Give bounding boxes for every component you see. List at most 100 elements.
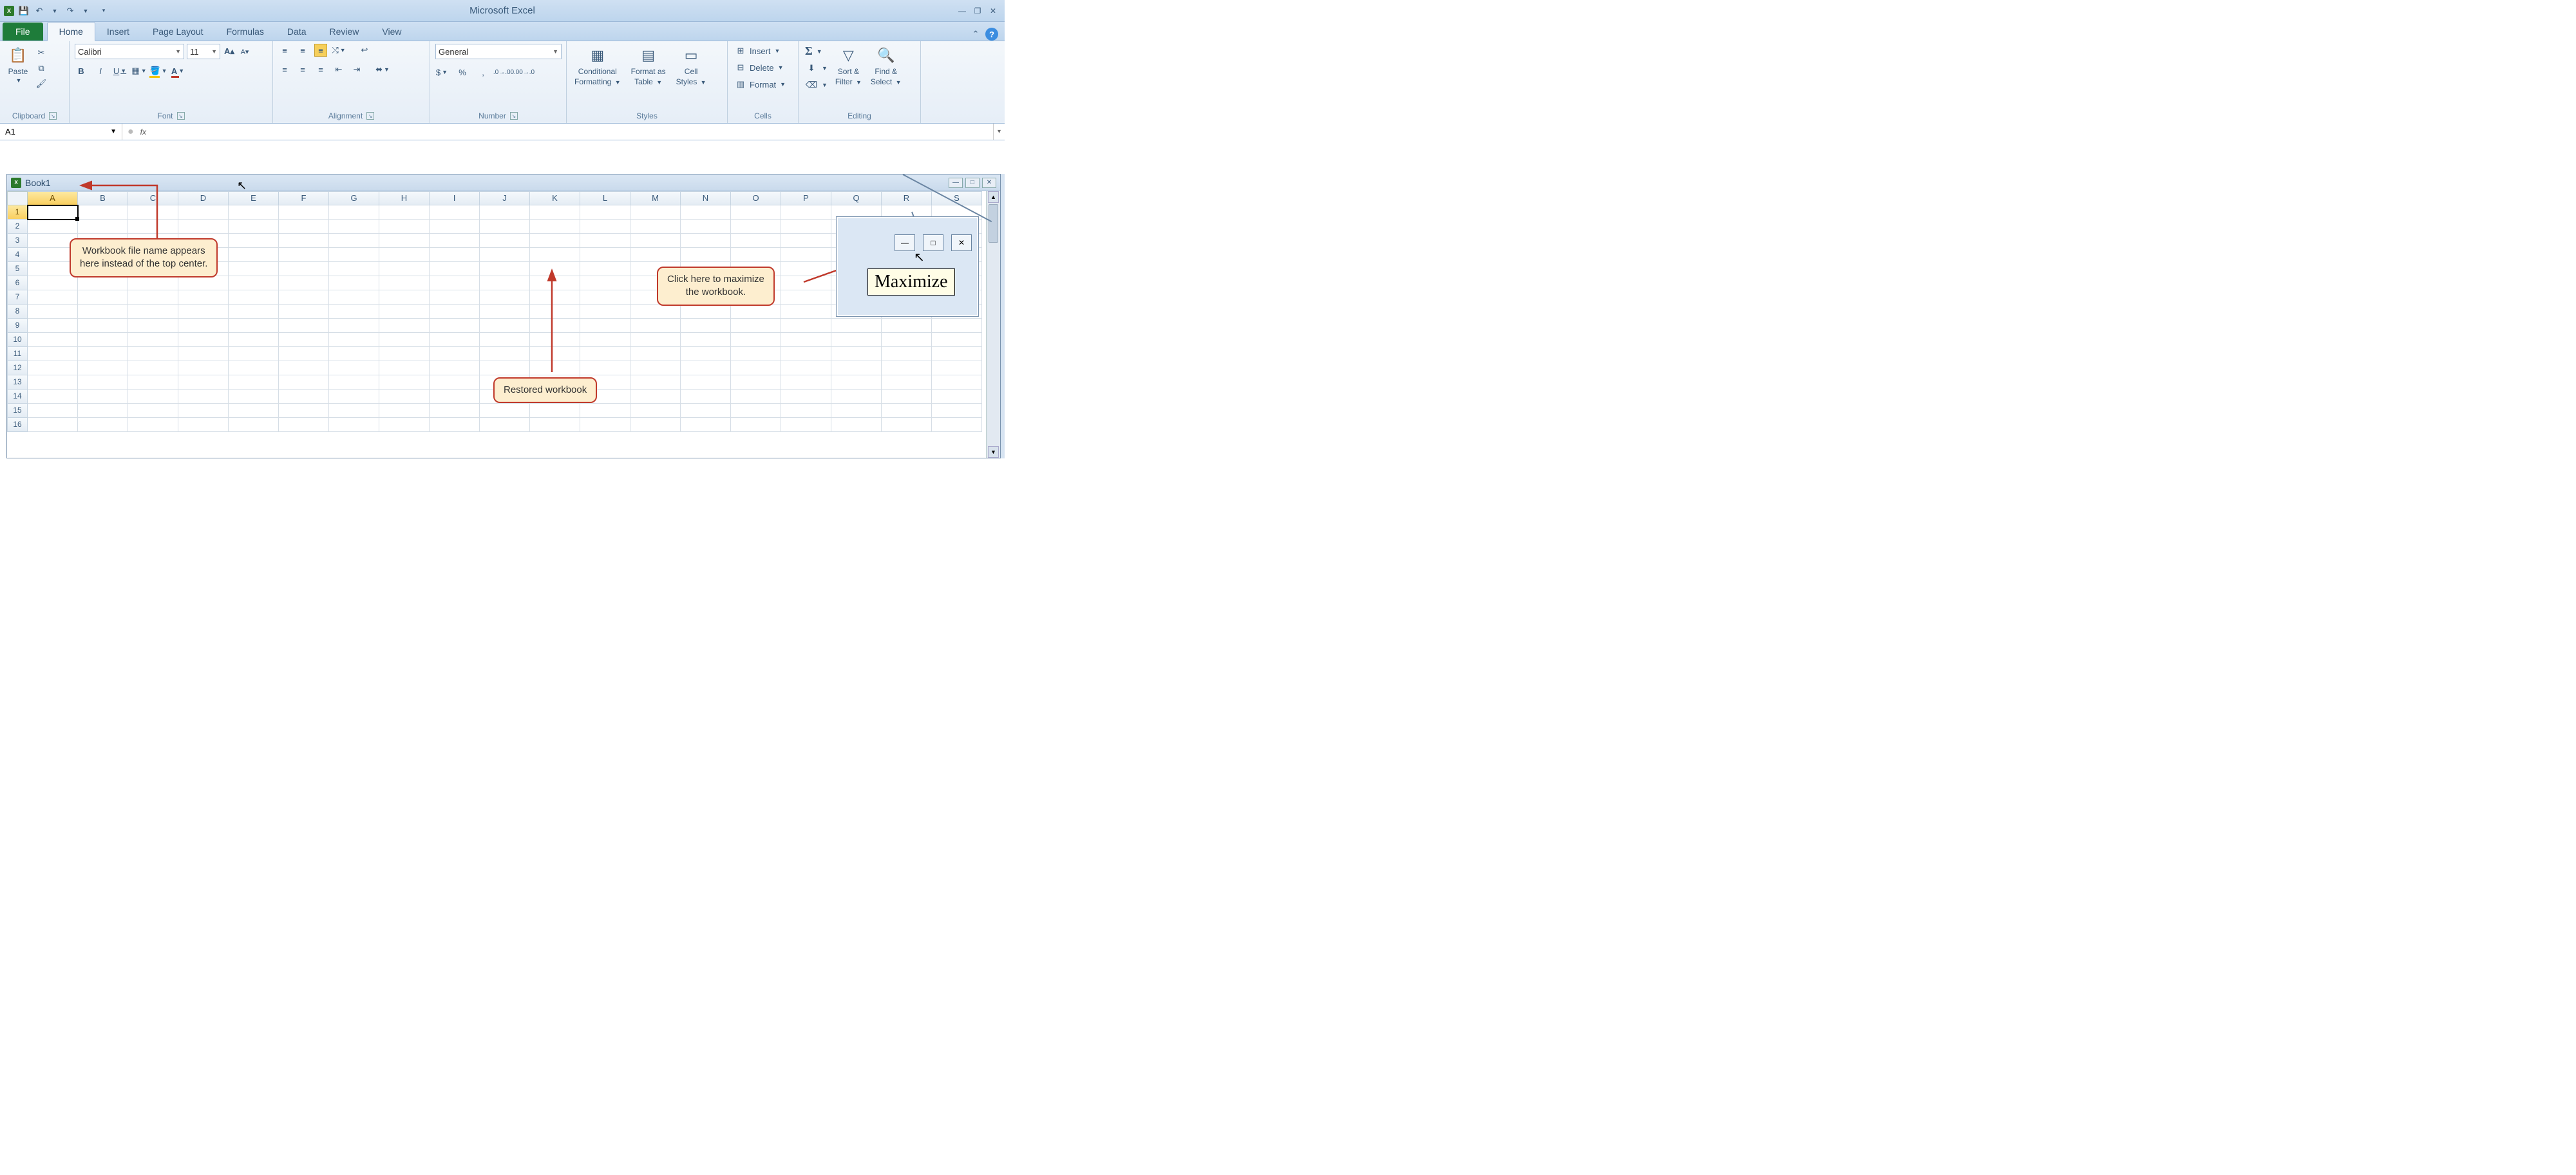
cell[interactable]	[630, 234, 681, 248]
insert-cells-button[interactable]: ⊞Insert▼	[733, 44, 781, 58]
cell[interactable]	[178, 375, 229, 390]
help-icon[interactable]: ?	[985, 28, 998, 41]
cell[interactable]	[781, 361, 831, 375]
select-all-corner[interactable]	[7, 191, 28, 205]
cell[interactable]	[882, 404, 932, 418]
cell[interactable]	[630, 319, 681, 333]
sort-filter-button[interactable]: ▽ Sort & Filter ▼	[833, 44, 864, 88]
cell[interactable]	[781, 404, 831, 418]
italic-icon[interactable]: I	[94, 64, 107, 77]
cell[interactable]	[630, 404, 681, 418]
wrap-text-icon[interactable]: ↩	[358, 44, 371, 57]
cell[interactable]	[430, 262, 480, 276]
row-header[interactable]: 2	[7, 220, 28, 234]
cell[interactable]	[430, 276, 480, 290]
cell[interactable]	[279, 333, 329, 347]
cell[interactable]	[379, 220, 430, 234]
cell[interactable]	[630, 347, 681, 361]
cell[interactable]	[229, 319, 279, 333]
cell[interactable]	[329, 404, 379, 418]
cell[interactable]	[681, 347, 731, 361]
minimize-ribbon-icon[interactable]: ⌃	[970, 28, 981, 40]
cell[interactable]	[580, 262, 630, 276]
cell[interactable]	[681, 234, 731, 248]
column-header[interactable]: Q	[831, 191, 882, 205]
cell[interactable]	[630, 205, 681, 220]
cell[interactable]	[329, 319, 379, 333]
cell[interactable]	[128, 347, 178, 361]
cell[interactable]	[279, 262, 329, 276]
column-header[interactable]: B	[78, 191, 128, 205]
cell[interactable]	[329, 234, 379, 248]
workbook-minimize-icon[interactable]: —	[949, 178, 963, 188]
cell[interactable]	[279, 404, 329, 418]
cell[interactable]	[831, 375, 882, 390]
increase-decimal-icon[interactable]: .0→.00	[497, 66, 510, 79]
cell[interactable]	[379, 404, 430, 418]
cell[interactable]	[128, 390, 178, 404]
cell[interactable]	[128, 205, 178, 220]
cell[interactable]	[379, 234, 430, 248]
cell[interactable]	[681, 390, 731, 404]
cell[interactable]	[128, 319, 178, 333]
cell[interactable]	[480, 205, 530, 220]
column-header[interactable]: O	[731, 191, 781, 205]
cell[interactable]	[229, 375, 279, 390]
cell[interactable]	[480, 319, 530, 333]
cell[interactable]	[28, 418, 78, 432]
cell[interactable]	[530, 290, 580, 305]
cell[interactable]	[28, 404, 78, 418]
cell[interactable]	[731, 333, 781, 347]
cell[interactable]	[379, 347, 430, 361]
cell[interactable]	[178, 319, 229, 333]
cell[interactable]	[681, 375, 731, 390]
cell[interactable]	[630, 333, 681, 347]
cell[interactable]	[480, 404, 530, 418]
bold-icon[interactable]: B	[75, 64, 88, 77]
cell[interactable]	[932, 375, 982, 390]
comma-format-icon[interactable]: ,	[477, 66, 489, 79]
cell[interactable]	[580, 404, 630, 418]
column-header[interactable]: P	[781, 191, 831, 205]
cell[interactable]	[580, 418, 630, 432]
paste-button[interactable]: 📋 Paste ▼	[5, 44, 31, 85]
cell[interactable]	[28, 205, 78, 220]
cell[interactable]	[681, 248, 731, 262]
cell[interactable]	[681, 361, 731, 375]
align-right-icon[interactable]: ≡	[314, 63, 327, 76]
cell[interactable]	[781, 375, 831, 390]
cell[interactable]	[430, 361, 480, 375]
cell[interactable]	[480, 347, 530, 361]
fill-color-icon[interactable]: 🪣▼	[152, 64, 165, 77]
cell[interactable]	[580, 220, 630, 234]
cell[interactable]	[681, 418, 731, 432]
cell[interactable]	[932, 347, 982, 361]
cell[interactable]	[28, 319, 78, 333]
row-header[interactable]: 5	[7, 262, 28, 276]
cell[interactable]	[178, 205, 229, 220]
cell[interactable]	[932, 319, 982, 333]
cell[interactable]	[580, 248, 630, 262]
cell[interactable]	[279, 234, 329, 248]
grow-font-icon[interactable]: A▴	[223, 45, 236, 58]
cell[interactable]	[178, 276, 229, 290]
workbook-maximize-icon[interactable]: □	[965, 178, 980, 188]
cell[interactable]	[329, 262, 379, 276]
format-as-table-button[interactable]: ▤ Format as Table ▼	[629, 44, 668, 88]
cell[interactable]	[379, 418, 430, 432]
cell[interactable]	[379, 290, 430, 305]
cell[interactable]	[379, 262, 430, 276]
cell[interactable]	[781, 234, 831, 248]
tab-data[interactable]: Data	[276, 23, 318, 41]
cell[interactable]	[831, 333, 882, 347]
close-icon[interactable]: ✕	[987, 6, 999, 16]
cell[interactable]	[882, 390, 932, 404]
cell[interactable]	[279, 248, 329, 262]
cell[interactable]	[781, 333, 831, 347]
cell[interactable]	[128, 333, 178, 347]
cell[interactable]	[630, 418, 681, 432]
fill-button[interactable]: ⬇▼	[804, 61, 829, 75]
cell[interactable]	[229, 333, 279, 347]
cell[interactable]	[430, 375, 480, 390]
cell[interactable]	[229, 205, 279, 220]
